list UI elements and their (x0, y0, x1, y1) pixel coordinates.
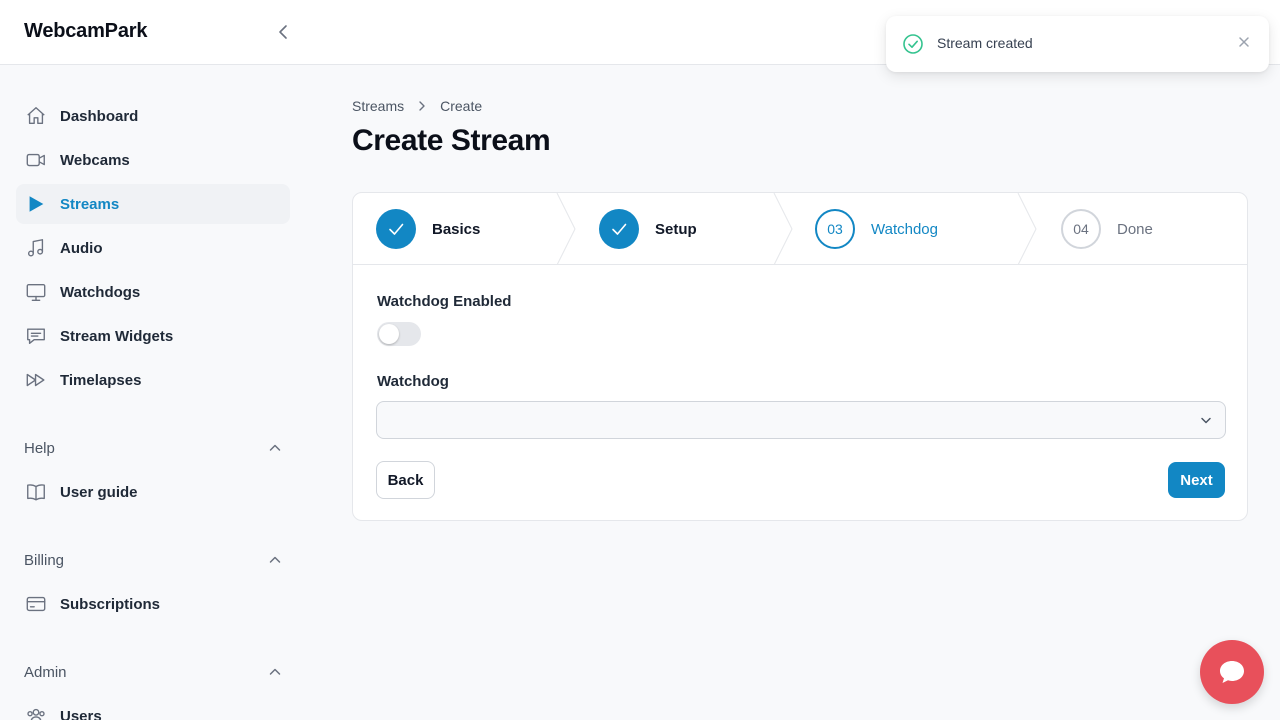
step-divider (556, 193, 576, 265)
next-button[interactable]: Next (1168, 462, 1225, 498)
wizard-steps: Basics Setup 03 Watchdog 04 Done (353, 193, 1247, 265)
sidebar-item-watchdogs[interactable]: Watchdogs (16, 272, 290, 312)
fast-forward-icon (24, 368, 48, 392)
sidebar-item-label: Webcams (60, 151, 130, 169)
step-done[interactable]: 04 Done (1061, 193, 1153, 265)
page-title: Create Stream (352, 124, 551, 157)
watchdog-enabled-label: Watchdog Enabled (377, 293, 512, 310)
breadcrumb-streams-link[interactable]: Streams (352, 98, 404, 114)
chevron-up-icon (269, 444, 281, 451)
close-icon[interactable] (1236, 34, 1252, 50)
sidebar: Dashboard Webcams Streams Audio Watchdog… (0, 65, 306, 720)
section-billing-toggle[interactable]: Billing (24, 548, 282, 572)
collapse-sidebar-button[interactable] (272, 20, 296, 44)
breadcrumb-current: Create (440, 98, 483, 114)
home-icon (24, 104, 48, 128)
music-note-icon (24, 236, 48, 260)
back-button[interactable]: Back (376, 461, 435, 499)
step-label: Watchdog (871, 220, 938, 238)
toggle-knob (379, 324, 399, 344)
monitor-icon (24, 280, 48, 304)
step-label: Done (1117, 220, 1153, 238)
sidebar-item-dashboard[interactable]: Dashboard (16, 96, 290, 136)
step-label: Basics (432, 220, 481, 238)
sidebar-item-stream-widgets[interactable]: Stream Widgets (16, 316, 290, 356)
sidebar-item-users[interactable]: Users (16, 696, 290, 720)
sidebar-item-label: Dashboard (60, 107, 139, 125)
sidebar-item-label: Timelapses (60, 371, 142, 389)
watchdog-label: Watchdog (377, 373, 449, 390)
step-setup[interactable]: Setup (599, 193, 697, 265)
sidebar-item-streams[interactable]: Streams (16, 184, 290, 224)
step-label: Setup (655, 220, 697, 238)
users-icon (24, 704, 48, 720)
step-divider (1017, 193, 1037, 265)
chevron-right-icon (416, 100, 428, 112)
section-title: Help (24, 439, 55, 457)
sidebar-item-label: Users (60, 707, 102, 720)
check-icon (376, 209, 416, 249)
chevron-left-icon (279, 25, 287, 39)
video-camera-icon (24, 148, 48, 172)
chat-bubble-icon (1220, 661, 1244, 683)
book-icon (24, 480, 48, 504)
watchdog-select[interactable] (376, 401, 1226, 439)
step-number: 04 (1061, 209, 1101, 249)
sidebar-item-audio[interactable]: Audio (16, 228, 290, 268)
sidebar-item-label: Watchdogs (60, 283, 141, 301)
sidebar-item-webcams[interactable]: Webcams (16, 140, 290, 180)
section-title: Admin (24, 663, 67, 681)
step-divider (773, 193, 793, 265)
toast-notification: Stream created (886, 16, 1269, 72)
chat-icon (24, 324, 48, 348)
credit-card-icon (24, 592, 48, 616)
toast-message: Stream created (937, 35, 1033, 51)
step-basics[interactable]: Basics (376, 193, 480, 265)
breadcrumb: Streams Create (352, 96, 482, 116)
chevron-down-icon (1201, 417, 1211, 424)
section-title: Billing (24, 551, 65, 569)
sidebar-item-label: Streams (60, 195, 120, 213)
sidebar-item-timelapses[interactable]: Timelapses (16, 360, 290, 400)
sidebar-item-label: Subscriptions (60, 595, 161, 613)
brand-logo[interactable]: WebcamPark (24, 20, 147, 43)
sidebar-item-user-guide[interactable]: User guide (16, 472, 290, 512)
check-circle-icon (903, 34, 923, 54)
chevron-up-icon (269, 668, 281, 675)
step-watchdog[interactable]: 03 Watchdog (815, 193, 938, 265)
check-icon (599, 209, 639, 249)
watchdog-enabled-toggle[interactable] (377, 322, 421, 346)
chevron-up-icon (269, 556, 281, 563)
wizard-card: Basics Setup 03 Watchdog 04 Done Watchdo… (352, 192, 1248, 521)
chat-launcher-button[interactable] (1200, 640, 1264, 704)
sidebar-item-subscriptions[interactable]: Subscriptions (16, 584, 290, 624)
sidebar-item-label: Stream Widgets (60, 327, 174, 345)
section-admin-toggle[interactable]: Admin (24, 660, 282, 684)
sidebar-item-label: Audio (60, 239, 103, 257)
play-icon (24, 192, 48, 216)
step-number: 03 (815, 209, 855, 249)
section-help-toggle[interactable]: Help (24, 436, 282, 460)
sidebar-item-label: User guide (60, 483, 138, 501)
